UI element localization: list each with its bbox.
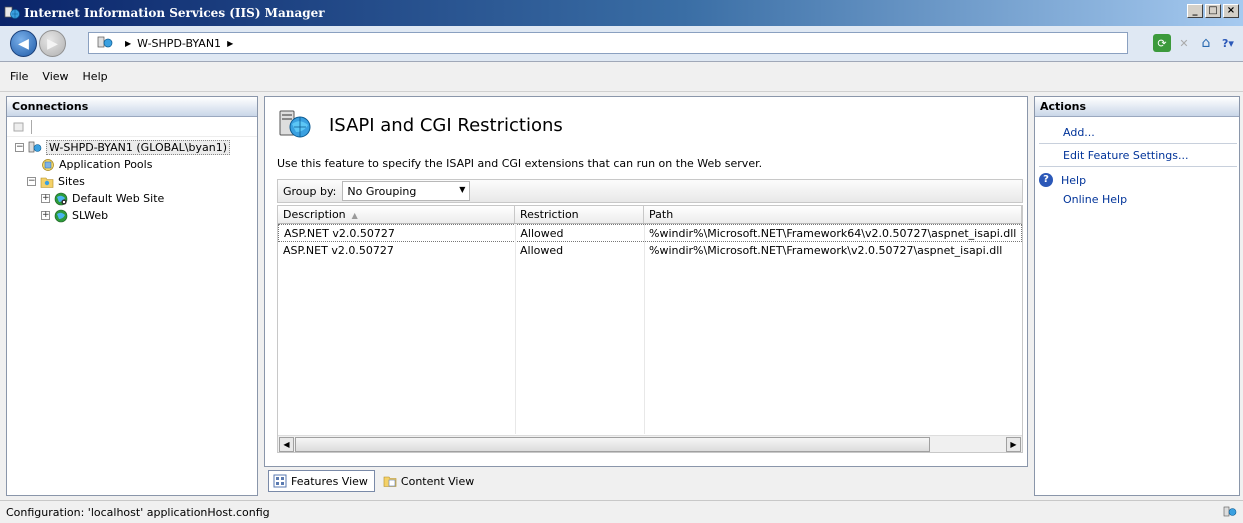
tree-label-slweb[interactable]: SLWeb [72,209,108,222]
server-icon [97,36,113,48]
refresh-icon[interactable]: ⟳ [1153,34,1171,52]
action-divider [1039,166,1237,167]
tab-features-label: Features View [291,474,368,488]
connections-panel: Connections − W-SHPD-BYAN1 (GLOBAL\byan1… [6,96,258,496]
sort-ascending-icon: ▲ [351,211,358,220]
tree-label-sites[interactable]: Sites [58,175,85,188]
collapse-icon[interactable]: − [15,143,24,152]
connections-tree: − W-SHPD-BYAN1 (GLOBAL\byan1) Applicatio… [7,137,257,224]
cell-restriction: Allowed [520,227,564,240]
cell-description: ASP.NET v2.0.50727 [284,227,395,240]
tree-label-server[interactable]: W-SHPD-BYAN1 (GLOBAL\byan1) [46,140,231,155]
tree-label-app-pools[interactable]: Application Pools [59,158,152,171]
help-icon[interactable]: ?▾ [1219,34,1237,52]
column-label-description: Description [283,208,346,221]
isapi-cgi-icon [279,110,311,138]
chevron-right-icon[interactable]: ▶ [227,39,233,48]
folder-icon [40,177,54,188]
address-bar: ◀ ▶ ▶ W-SHPD-BYAN1 ▶ ⟳ ✕ ⌂ ?▾ [0,26,1243,62]
add-action-link[interactable]: Add... [1035,121,1239,143]
menu-bar: File View Help [0,62,1243,92]
menu-file[interactable]: File [10,70,28,83]
help-action-row[interactable]: ? Help [1035,170,1239,190]
tree-node-server[interactable]: − W-SHPD-BYAN1 (GLOBAL\byan1) [15,139,257,156]
help-link[interactable]: Help [1061,169,1086,191]
tab-content-view[interactable]: Content View [379,470,480,492]
stop-icon[interactable]: ✕ [1175,34,1193,52]
chevron-right-icon: ▶ [125,38,132,48]
column-header-path[interactable]: Path [644,206,1022,223]
table-row[interactable]: ASP.NET v2.0.50727 Allowed %windir%\Micr… [278,242,1022,260]
cell-restriction: Allowed [520,244,564,257]
actions-panel: Actions Add... Edit Feature Settings... … [1034,96,1240,496]
feature-content: ISAPI and CGI Restrictions Use this feat… [264,96,1028,467]
tab-content-label: Content View [400,474,475,488]
group-by-value: No Grouping [347,184,417,198]
tree-node-app-pools[interactable]: Application Pools [15,156,257,173]
maximize-button[interactable]: □ [1205,4,1221,18]
help-icon: ? [1039,173,1053,187]
cell-description: ASP.NET v2.0.50727 [283,244,394,257]
actions-header: Actions [1035,97,1239,117]
globe-icon [54,192,68,205]
network-status-icon [1223,506,1237,517]
tree-node-sites[interactable]: − Sites [15,173,257,190]
feature-header: ISAPI and CGI Restrictions [277,107,563,143]
cell-path: %windir%\Microsoft.NET\Framework64\v2.0.… [649,227,1017,240]
tree-node-default-site[interactable]: + Default Web Site [15,190,257,207]
app-pools-icon [42,158,54,171]
connections-header: Connections [7,97,257,117]
horizontal-scrollbar[interactable]: ◀ ▶ [278,435,1022,452]
breadcrumb-server[interactable]: W-SHPD-BYAN1 [137,37,221,50]
view-tabs: Features View Content View [268,470,480,492]
status-bar: Configuration: 'localhost' applicationHo… [0,500,1243,523]
menu-view[interactable]: View [42,70,68,83]
scroll-thumb[interactable] [295,437,930,452]
close-button[interactable]: × [1223,4,1239,18]
forward-button[interactable]: ▶ [39,30,66,57]
table-header: Description ▲ Restriction Path [278,206,1022,224]
tree-label-default-site[interactable]: Default Web Site [72,192,164,205]
group-by-select[interactable]: No Grouping ▼ [342,181,471,201]
toolbar-divider [31,119,32,134]
table-row[interactable]: ASP.NET v2.0.50727 Allowed %windir%\Micr… [278,224,1022,242]
group-by-bar: Group by: No Grouping ▼ [277,179,1023,203]
title-bar: Internet Information Services (IIS) Mana… [0,0,1243,26]
tab-features-view[interactable]: Features View [268,470,375,492]
back-button[interactable]: ◀ [10,30,37,57]
expand-icon[interactable]: + [41,194,50,203]
column-divider [644,224,645,434]
column-header-description[interactable]: Description ▲ [278,206,515,223]
group-by-label: Group by: [283,184,337,198]
restrictions-table: Description ▲ Restriction Path ASP.NET v2… [277,205,1023,453]
page-title: ISAPI and CGI Restrictions [329,114,563,136]
menu-help[interactable]: Help [83,70,108,83]
iis-app-icon [4,6,20,19]
minimize-button[interactable]: _ [1187,4,1203,18]
features-view-icon [273,474,287,488]
connections-toolbar [7,117,257,137]
globe-icon [54,209,68,222]
server-icon [28,141,42,152]
window-title: Internet Information Services (IIS) Mana… [24,6,325,20]
expand-icon[interactable]: + [41,211,50,220]
column-divider [515,224,516,434]
edit-feature-settings-link[interactable]: Edit Feature Settings... [1035,144,1239,166]
scroll-right-icon[interactable]: ▶ [1006,437,1021,452]
collapse-icon[interactable]: − [27,177,36,186]
scroll-left-icon[interactable]: ◀ [279,437,294,452]
status-text: Configuration: 'localhost' applicationHo… [6,505,270,519]
address-breadcrumb[interactable]: ▶ W-SHPD-BYAN1 ▶ [88,32,1128,54]
cell-path: %windir%\Microsoft.NET\Framework\v2.0.50… [649,244,1003,257]
tree-node-slweb[interactable]: + SLWeb [15,207,257,224]
feature-description: Use this feature to specify the ISAPI an… [277,157,763,170]
column-header-restriction[interactable]: Restriction [515,206,644,223]
online-help-link[interactable]: Online Help [1035,190,1239,208]
connect-icon[interactable] [12,120,26,134]
home-icon[interactable]: ⌂ [1197,34,1215,52]
chevron-down-icon: ▼ [459,185,466,194]
content-view-icon [383,476,397,487]
